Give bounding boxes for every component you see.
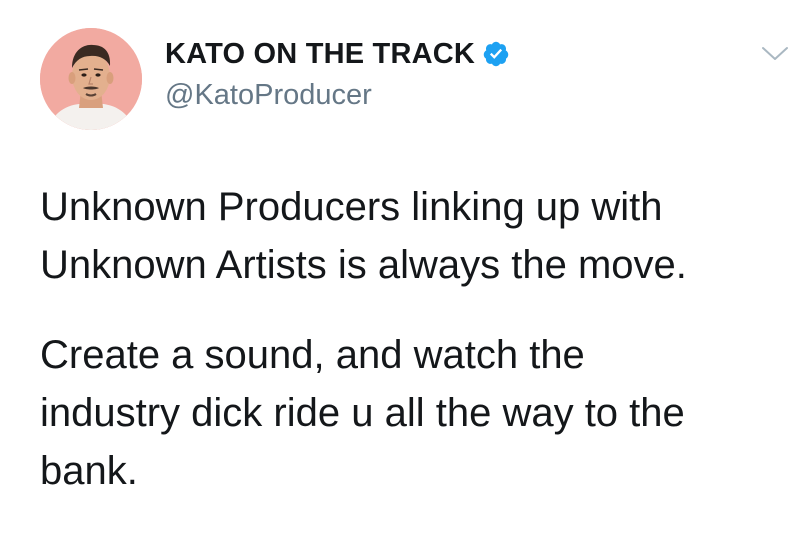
tweet-card: KATO ON THE TRACK @KatoProducer Unknown … (0, 0, 806, 536)
avatar[interactable] (40, 28, 142, 130)
tweet-paragraph-2: Create a sound, and watch the industry d… (40, 326, 780, 500)
tweet-text-line: bank. (40, 449, 138, 493)
tweet-text-line: industry dick ride u all the way to the (40, 391, 685, 435)
name-row: KATO ON THE TRACK (165, 36, 510, 72)
tweet-paragraph-1: Unknown Producers linking up with Unknow… (40, 178, 780, 294)
tweet-text-line: Create a sound, and watch the (40, 333, 585, 377)
tweet-text-line: Unknown Producers linking up with (40, 185, 663, 229)
display-name[interactable]: KATO ON THE TRACK (165, 38, 475, 71)
chevron-down-icon[interactable] (760, 43, 790, 65)
verified-badge-icon (482, 40, 510, 68)
tweet-text-line: Unknown Artists is always the move. (40, 243, 687, 287)
user-handle[interactable]: @KatoProducer (165, 79, 372, 112)
avatar-image (40, 28, 142, 130)
